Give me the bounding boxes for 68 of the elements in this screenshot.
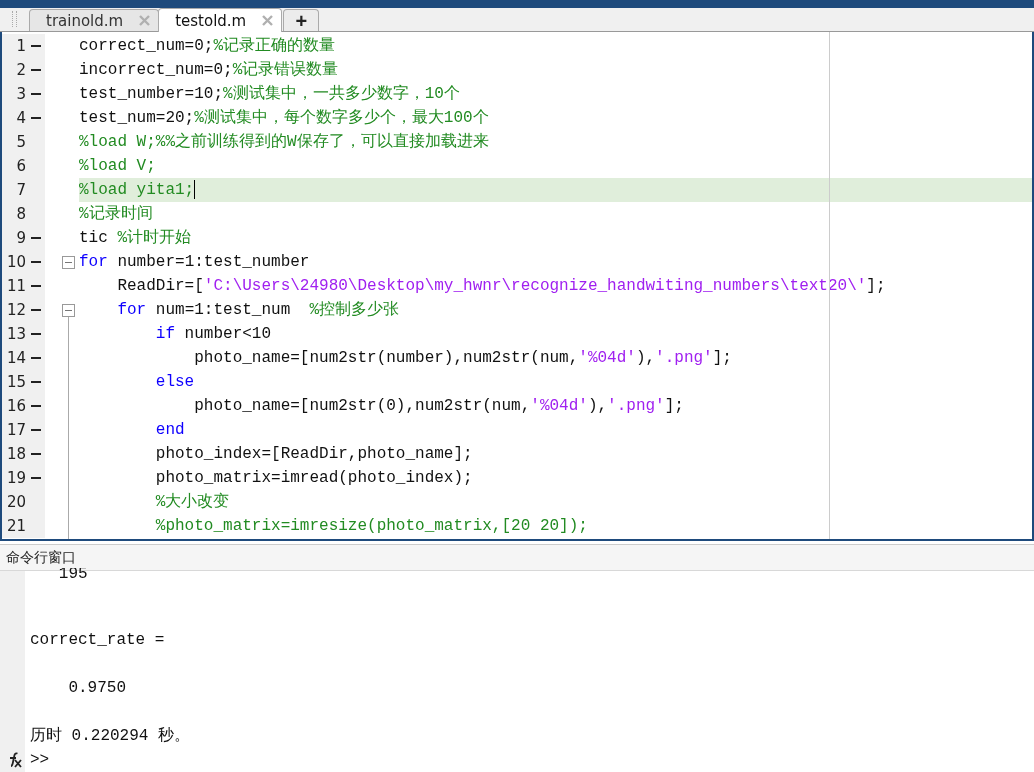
code-line: tic %计时开始 [79, 228, 192, 249]
grip-icon [12, 11, 17, 27]
line-number: 11 [5, 277, 26, 295]
line-number: 1 [15, 37, 26, 55]
collapse-icon[interactable] [62, 303, 75, 317]
line-number: 18 [5, 445, 26, 463]
line-number: 21 [5, 517, 26, 535]
breakpoint-dash[interactable] [30, 117, 41, 119]
line-number: 20 [5, 493, 26, 511]
code-line: else [154, 372, 196, 393]
code-line: photo_index=[ReadDir,photo_name]; [154, 444, 474, 465]
breakpoint-dash[interactable] [30, 261, 41, 263]
line-number: 15 [5, 373, 26, 391]
line-number: 5 [15, 133, 26, 151]
code-line: %photo_matrix=imresize(photo_matrix,[20 20]); [154, 516, 589, 537]
breakpoint-dash[interactable] [30, 429, 41, 431]
line-number: 3 [15, 85, 26, 103]
breakpoint-dash[interactable] [30, 45, 41, 47]
line-number: 14 [5, 349, 26, 367]
code-line: test_num=20;%测试集中，每个数字多少个，最大100个 [79, 107, 490, 129]
code-line: for num=1:test_num %控制多少张 [116, 300, 401, 321]
code-line: correct_num=0;%记录正确的数量 [79, 36, 337, 57]
line-number: 13 [5, 325, 26, 343]
command-prompt[interactable]: >> [30, 751, 50, 769]
line-number: 6 [15, 157, 26, 175]
line-number: 16 [5, 397, 26, 415]
breakpoint-dash[interactable] [30, 477, 41, 479]
breakpoint-dash[interactable] [30, 405, 41, 407]
code-line: end [154, 420, 186, 441]
breakpoint-dash[interactable] [30, 309, 41, 311]
code-line: photo_name=[num2str(0),num2str(num,'%04d'),'.png']; [193, 396, 685, 417]
code-line: ReadDir=['C:\Users\24980\Desktop\my_hwnr\recognize_handwiting_numbers\text20\']; [116, 276, 887, 297]
code-line: test_number=10;%测试集中，一共多少数字，10个 [79, 83, 461, 105]
breakpoint-dash[interactable] [30, 93, 41, 95]
code-line: photo_matrix=imread(photo_index); [154, 468, 474, 489]
code-line: if number<10 [154, 324, 273, 345]
editor-tab[interactable]: testold.m [158, 8, 283, 32]
code-line: %大小改变 [154, 491, 231, 513]
line-number: 4 [15, 109, 26, 127]
panel-title: 命令行窗口 [6, 548, 76, 567]
output-text: 195 [57, 568, 88, 580]
breakpoint-dash[interactable] [30, 237, 41, 239]
code-line: for number=1:test_number [79, 252, 311, 273]
output-text: 历时 0.220294 秒。 [30, 726, 190, 747]
line-number: 7 [15, 181, 26, 199]
line-number: 9 [15, 229, 26, 247]
output-text: correct_rate = [30, 630, 166, 651]
code-line: photo_name=[num2str(number),num2str(num,'%04d'),'.png']; [193, 348, 733, 369]
editor-tab[interactable]: trainold.m [29, 9, 160, 31]
line-number: 19 [5, 469, 26, 487]
breakpoint-dash[interactable] [30, 69, 41, 71]
code-line: incorrect_num=0;%记录错误数量 [79, 60, 340, 81]
line-number: 10 [5, 253, 26, 271]
breakpoint-dash[interactable] [30, 357, 41, 359]
line-number: 2 [15, 61, 26, 79]
breakpoint-dash[interactable] [30, 333, 41, 335]
new-tab-button[interactable]: + [283, 9, 320, 31]
code-line: %load W;%%之前训练得到的W保存了，可以直接加载进来 [79, 131, 490, 153]
code-line: %记录时间 [79, 204, 154, 225]
line-number: 17 [5, 421, 26, 439]
code-line: %load V; [79, 156, 157, 177]
line-number: 12 [5, 301, 26, 319]
line-number: 8 [15, 205, 26, 223]
breakpoint-dash[interactable] [30, 453, 41, 455]
collapse-icon[interactable] [62, 255, 75, 269]
breakpoint-dash[interactable] [30, 285, 41, 287]
output-text: 0.9750 [67, 678, 127, 699]
breakpoint-dash[interactable] [30, 381, 41, 383]
